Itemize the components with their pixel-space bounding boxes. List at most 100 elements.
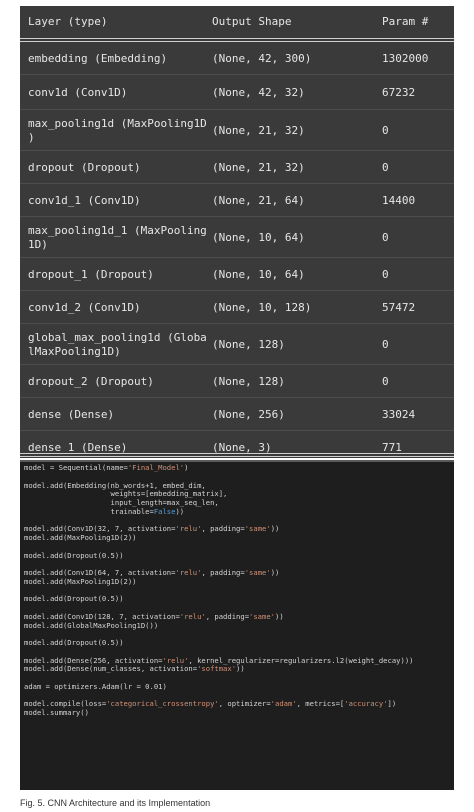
param-count: 0 <box>382 230 389 244</box>
code-token: model.add(Embedding(nb_words+1, embed_di… <box>24 480 206 490</box>
output-shape: (None, 10, 64) <box>212 267 305 281</box>
code-line: model.add(MaxPooling1D(2)) <box>24 533 413 543</box>
code-token: model.compile(loss= <box>24 699 107 709</box>
code-line: adam = optimizers.Adam(lr = 0.01) <box>24 681 413 692</box>
code-token: model = Sequential(name= <box>24 463 128 472</box>
code-token: , padding= <box>205 611 250 621</box>
code-token: model.add(MaxPooling1D(2)) <box>24 533 137 542</box>
output-shape: (None, 128) <box>212 374 285 388</box>
param-count: 57472 <box>382 300 416 314</box>
code-token: )) <box>270 524 280 534</box>
code-line: model.add(Dropout(0.5)) <box>24 638 413 648</box>
param-count: 0 <box>382 374 389 388</box>
footer-rule <box>20 453 454 457</box>
summary-row: conv1d_1 (Conv1D) (None, 21, 64) 14400 <box>20 184 454 217</box>
summary-header: Layer (type) Output Shape Param # <box>20 6 454 38</box>
output-shape: (None, 256) <box>212 407 285 421</box>
output-shape: (None, 10, 64) <box>212 230 305 244</box>
output-shape: (None, 10, 128) <box>212 300 312 314</box>
code-token: 'relu' <box>175 524 202 534</box>
code-token: input_length=max_seq_len, <box>24 498 219 507</box>
code-token: 'categorical_crossentropy' <box>106 699 219 709</box>
output-shape: (None, 128) <box>212 337 285 351</box>
code-line: trainable=False)) <box>24 506 413 517</box>
code-line: model.add(Dropout(0.5)) <box>24 594 413 604</box>
summary-row: dropout (Dropout) (None, 21, 32) 0 <box>20 151 454 184</box>
code-token: , metrics=[ <box>296 699 345 709</box>
output-shape: (None, 21, 64) <box>212 193 305 207</box>
code-token: , kernel_regularizer=regularizers.l2(wei… <box>188 655 414 665</box>
layer-name: dropout_2 (Dropout) <box>28 374 154 388</box>
code-token: )) <box>175 506 185 516</box>
layer-name: dropout (Dropout) <box>28 160 141 174</box>
code-token: model.add(Conv1D(64, 7, activation= <box>24 568 176 577</box>
summary-row: dense (Dense) (None, 256) 33024 <box>20 398 454 431</box>
code-token: weights=[embedding_matrix], <box>24 489 228 499</box>
param-count: 14400 <box>382 193 416 207</box>
code-token: model.add(GlobalMaxPooling1D()) <box>24 620 159 630</box>
code-token: False <box>153 506 176 516</box>
code-token: model.add(Conv1D(128, 7, activation= <box>24 611 180 621</box>
code-token: model.add(Dropout(0.5)) <box>24 638 124 647</box>
summary-row: embedding (Embedding) (None, 42, 300) 1302… <box>20 42 454 75</box>
code-token: )) <box>270 568 280 577</box>
code-token: model.add(Dropout(0.5)) <box>24 550 124 560</box>
output-shape: (None, 21, 32) <box>212 123 305 137</box>
param-count: 0 <box>382 160 389 174</box>
code-token: 'same' <box>249 611 275 621</box>
code-token: )) <box>275 611 284 621</box>
summary-row: conv1d (Conv1D) (None, 42, 32) 67232 <box>20 75 454 110</box>
summary-row: dropout_2 (Dropout) (None, 128) 0 <box>20 365 454 398</box>
code-token: , optimizer= <box>218 699 271 709</box>
code-token: model.add(Dropout(0.5)) <box>24 594 124 604</box>
code-token: , padding= <box>201 524 245 534</box>
summary-row: max_pooling1d (MaxPooling1D ) (None, 21, … <box>20 110 454 151</box>
code-line: model.summary() <box>24 708 413 718</box>
code-token: 'same' <box>244 568 271 577</box>
code-token: model.add(MaxPooling1D(2)) <box>24 576 137 586</box>
code-token: 'Final_Model' <box>127 463 185 472</box>
code-token: 'relu' <box>175 568 202 577</box>
layer-name: max_pooling1d (MaxPooling1D ) <box>28 116 207 144</box>
code-token: 'relu' <box>162 655 189 665</box>
output-shape: (None, 42, 32) <box>212 85 305 99</box>
param-count: 0 <box>382 337 389 351</box>
summary-rows: embedding (Embedding) (None, 42, 300) 1302… <box>20 42 454 458</box>
header-layer-type: Layer (type) <box>28 15 108 28</box>
layer-name: dropout_1 (Dropout) <box>28 267 154 281</box>
layer-name: max_pooling1d_1 (MaxPooling 1D) <box>28 223 207 251</box>
model-summary-panel: Layer (type) Output Shape Param # embedd… <box>20 6 454 458</box>
code-line: model.add(Dense(num_classes, activation=… <box>24 664 413 674</box>
code-line: model.add(MaxPooling1D(2)) <box>24 576 413 587</box>
code-token: 'softmax' <box>197 664 237 674</box>
code-editor-panel: model = Sequential(name='Final_Model') mo… <box>20 460 454 790</box>
param-count: 0 <box>382 123 389 137</box>
code-token: 'same' <box>244 524 271 534</box>
code-line: model = Sequential(name='Final_Model') <box>24 463 413 473</box>
layer-name: global_max_pooling1d (Globa lMaxPooling1… <box>28 330 207 358</box>
header-output-shape: Output Shape <box>212 15 292 28</box>
layer-name: conv1d (Conv1D) <box>28 85 128 99</box>
summary-row: conv1d_2 (Conv1D) (None, 10, 128) 57472 <box>20 291 454 324</box>
code-token: ) <box>184 463 189 472</box>
header-param-count: Param # <box>382 15 429 28</box>
code-token: model.summary() <box>24 708 89 717</box>
layer-name: conv1d_2 (Conv1D) <box>28 300 141 314</box>
code-token: model.add(Dense(num_classes, activation= <box>24 664 198 674</box>
param-count: 67232 <box>382 85 416 99</box>
summary-row: max_pooling1d_1 (MaxPooling 1D) (None, 10… <box>20 217 454 258</box>
layer-name: conv1d_1 (Conv1D) <box>28 193 141 207</box>
code-token: 'adam' <box>270 699 297 709</box>
code-line: model.add(GlobalMaxPooling1D()) <box>24 620 413 631</box>
param-count: 0 <box>382 267 389 281</box>
figure-caption: Fig. 5. CNN Architecture and its Impleme… <box>20 798 211 808</box>
code-token: 'accuracy' <box>344 699 388 709</box>
code-token: adam = optimizers.Adam(lr = 0.01) <box>24 681 167 691</box>
code-token: trainable= <box>24 506 154 516</box>
summary-row: global_max_pooling1d (Globa lMaxPooling1… <box>20 324 454 365</box>
code-token: , padding= <box>201 568 245 577</box>
layer-name: embedding (Embedding) <box>28 51 168 65</box>
param-count: 1302000 <box>382 51 429 65</box>
summary-row: dropout_1 (Dropout) (None, 10, 64) 0 <box>20 258 454 291</box>
output-shape: (None, 21, 32) <box>212 160 305 174</box>
